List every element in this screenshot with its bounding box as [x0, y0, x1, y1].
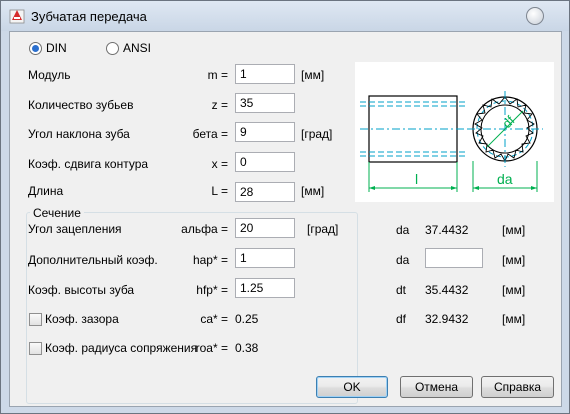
diagram-label-l: l [415, 171, 418, 187]
din-radio[interactable] [29, 42, 42, 55]
length-label: Длина [28, 184, 64, 198]
helix-angle-unit: [град] [301, 127, 333, 141]
pressure-angle-label: Угол зацепления [28, 222, 122, 236]
title-bar[interactable]: Зубчатая передача [1, 1, 569, 31]
helix-angle-symbol: бета = [192, 127, 228, 141]
fillet-checkbox[interactable] [29, 342, 42, 355]
gear-front-view: df [467, 91, 543, 167]
window-title: Зубчатая передача [31, 9, 147, 24]
module-label: Модуль [28, 68, 71, 82]
length-input[interactable]: 28 [235, 182, 295, 202]
teeth-input[interactable]: 35 [235, 93, 295, 113]
fillet-symbol: roa* = [195, 341, 228, 355]
module-unit: [мм] [301, 68, 325, 82]
result-da-unit: [мм] [502, 223, 526, 237]
fillet-value: 0.38 [235, 341, 259, 355]
pressure-angle-unit: [град] [307, 222, 339, 236]
result-da-input-label: da [396, 253, 410, 267]
result-da-label: da [396, 223, 410, 237]
pressure-angle-input[interactable]: 20 [235, 218, 295, 238]
helix-angle-label: Угол наклона зуба [28, 127, 130, 141]
clearance-label[interactable]: Коэф. зазора [45, 312, 119, 326]
tooth-height-symbol: hfp* = [196, 283, 228, 297]
result-da-input[interactable] [425, 248, 483, 268]
teeth-symbol: z = [211, 98, 228, 112]
section-groupbox [26, 212, 358, 404]
module-input[interactable]: 1 [235, 64, 295, 84]
helix-angle-input[interactable]: 9 [235, 122, 295, 142]
shift-label: Коэф. сдвига контура [28, 157, 149, 171]
diagram-label-df: df [499, 113, 518, 132]
autocad-app-icon [9, 9, 25, 24]
dialog-client-area: DIN ANSI Модуль m = 1 [мм] Количество зу… [9, 31, 562, 407]
result-dt-label: dt [396, 283, 407, 297]
close-button[interactable] [526, 7, 544, 25]
result-da-input-unit: [мм] [502, 253, 526, 267]
tooth-height-label: Коэф. высоты зуба [28, 283, 135, 297]
clearance-value: 0.25 [235, 312, 259, 326]
clearance-checkbox[interactable] [29, 313, 42, 326]
pressure-angle-symbol: альфа = [181, 222, 228, 236]
addendum-label: Дополнительный коэф. [28, 253, 158, 267]
diagram-label-da: da [497, 171, 513, 187]
ansi-radio-label[interactable]: ANSI [123, 41, 151, 55]
gear-diagram: l df da [355, 62, 554, 202]
cancel-button[interactable]: Отмена [400, 376, 473, 398]
addendum-symbol: hap* = [192, 253, 228, 267]
gear-dialog-window: Зубчатая передача DIN ANSI Модуль m = 1 … [0, 0, 570, 414]
result-dt-value: 35.4432 [425, 283, 469, 297]
result-dt-unit: [мм] [502, 283, 526, 297]
result-df-label: df [396, 312, 407, 326]
length-unit: [мм] [301, 184, 325, 198]
ansi-radio[interactable] [106, 42, 119, 55]
section-title: Сечение [30, 206, 84, 220]
shift-symbol: x = [211, 157, 228, 171]
teeth-label: Количество зубьев [28, 98, 134, 112]
clearance-symbol: ca* = [200, 312, 228, 326]
help-button[interactable]: Справка [481, 376, 554, 398]
tooth-height-input[interactable]: 1.25 [235, 278, 295, 298]
addendum-input[interactable]: 1 [235, 248, 295, 268]
result-da-value: 37.4432 [425, 223, 469, 237]
module-symbol: m = [207, 68, 228, 82]
result-df-value: 32.9432 [425, 312, 469, 326]
shift-input[interactable]: 0 [235, 152, 295, 172]
length-symbol: L = [211, 184, 228, 198]
result-df-unit: [мм] [502, 312, 526, 326]
ok-button[interactable]: OK [316, 376, 388, 398]
din-radio-label[interactable]: DIN [46, 41, 67, 55]
